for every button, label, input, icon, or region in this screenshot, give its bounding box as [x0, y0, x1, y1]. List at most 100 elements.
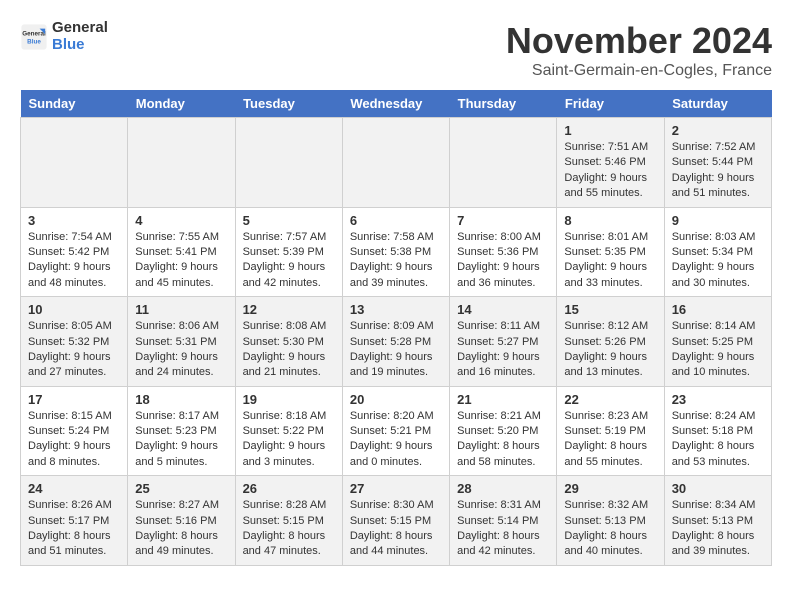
day-number: 4 — [135, 213, 227, 228]
calendar-cell: 23 Sunrise: 8:24 AM Sunset: 5:18 PM Dayli… — [664, 386, 771, 476]
calendar-cell: 9 Sunrise: 8:03 AM Sunset: 5:34 PM Daylig… — [664, 207, 771, 297]
calendar-week-0: 1 Sunrise: 7:51 AM Sunset: 5:46 PM Daylig… — [21, 118, 772, 208]
calendar-cell: 4 Sunrise: 7:55 AM Sunset: 5:41 PM Daylig… — [128, 207, 235, 297]
day-number: 27 — [350, 481, 442, 496]
day-info: Sunrise: 8:06 AM Sunset: 5:31 PM Dayligh… — [135, 319, 227, 381]
day-info: Sunrise: 8:26 AM Sunset: 5:17 PM Dayligh… — [28, 498, 120, 560]
day-number: 21 — [457, 392, 549, 407]
calendar-cell — [235, 118, 342, 208]
calendar-table: Sunday Monday Tuesday Wednesday Thursday… — [20, 90, 772, 566]
calendar-cell: 1 Sunrise: 7:51 AM Sunset: 5:46 PM Daylig… — [557, 118, 664, 208]
day-number: 5 — [243, 213, 335, 228]
day-number: 24 — [28, 481, 120, 496]
day-number: 15 — [564, 302, 656, 317]
location-title: Saint-Germain-en-Cogles, France — [506, 62, 772, 80]
day-number: 11 — [135, 302, 227, 317]
calendar-cell — [450, 118, 557, 208]
logo-blue: Blue — [52, 37, 108, 54]
header-tuesday: Tuesday — [235, 90, 342, 118]
day-info: Sunrise: 8:09 AM Sunset: 5:28 PM Dayligh… — [350, 319, 442, 381]
calendar-cell — [21, 118, 128, 208]
day-info: Sunrise: 7:52 AM Sunset: 5:44 PM Dayligh… — [672, 140, 764, 202]
header-row: Sunday Monday Tuesday Wednesday Thursday… — [21, 90, 772, 118]
day-info: Sunrise: 8:20 AM Sunset: 5:21 PM Dayligh… — [350, 409, 442, 471]
month-title: November 2024 — [506, 20, 772, 62]
calendar-cell: 18 Sunrise: 8:17 AM Sunset: 5:23 PM Dayli… — [128, 386, 235, 476]
calendar-cell: 25 Sunrise: 8:27 AM Sunset: 5:16 PM Dayli… — [128, 476, 235, 566]
calendar-cell: 27Sunrise: 8:30 AM Sunset: 5:15 PM Dayli… — [342, 476, 449, 566]
day-info: Sunrise: 8:28 AM Sunset: 5:15 PM Dayligh… — [243, 498, 335, 560]
calendar-cell: 19Sunrise: 8:18 AM Sunset: 5:22 PM Dayli… — [235, 386, 342, 476]
day-number: 22 — [564, 392, 656, 407]
calendar-cell: 30 Sunrise: 8:34 AM Sunset: 5:13 PM Dayli… — [664, 476, 771, 566]
day-number: 7 — [457, 213, 549, 228]
day-number: 14 — [457, 302, 549, 317]
calendar-cell: 17 Sunrise: 8:15 AM Sunset: 5:24 PM Dayli… — [21, 386, 128, 476]
day-number: 25 — [135, 481, 227, 496]
logo: General Blue General Blue — [20, 20, 108, 53]
calendar-week-2: 10 Sunrise: 8:05 AM Sunset: 5:32 PM Dayli… — [21, 297, 772, 387]
calendar-cell: 13 Sunrise: 8:09 AM Sunset: 5:28 PM Dayli… — [342, 297, 449, 387]
day-number: 19 — [243, 392, 335, 407]
day-info: Sunrise: 8:15 AM Sunset: 5:24 PM Dayligh… — [28, 409, 120, 471]
calendar-cell: 28 Sunrise: 8:31 AM Sunset: 5:14 PM Dayli… — [450, 476, 557, 566]
calendar-cell: 14 Sunrise: 8:11 AM Sunset: 5:27 PM Dayli… — [450, 297, 557, 387]
day-info: Sunrise: 7:58 AM Sunset: 5:38 PM Dayligh… — [350, 230, 442, 292]
day-info: Sunrise: 8:00 AM Sunset: 5:36 PM Dayligh… — [457, 230, 549, 292]
day-number: 30 — [672, 481, 764, 496]
calendar-cell: 8Sunrise: 8:01 AM Sunset: 5:35 PM Daylig… — [557, 207, 664, 297]
header-sunday: Sunday — [21, 90, 128, 118]
calendar-cell: 5 Sunrise: 7:57 AM Sunset: 5:39 PM Daylig… — [235, 207, 342, 297]
day-number: 2 — [672, 123, 764, 138]
day-info: Sunrise: 8:31 AM Sunset: 5:14 PM Dayligh… — [457, 498, 549, 560]
day-info: Sunrise: 8:08 AM Sunset: 5:30 PM Dayligh… — [243, 319, 335, 381]
day-number: 28 — [457, 481, 549, 496]
calendar-week-1: 3 Sunrise: 7:54 AM Sunset: 5:42 PM Daylig… — [21, 207, 772, 297]
header-monday: Monday — [128, 90, 235, 118]
calendar-cell — [128, 118, 235, 208]
day-info: Sunrise: 8:23 AM Sunset: 5:19 PM Dayligh… — [564, 409, 656, 471]
calendar-cell: 26Sunrise: 8:28 AM Sunset: 5:15 PM Dayli… — [235, 476, 342, 566]
day-info: Sunrise: 7:51 AM Sunset: 5:46 PM Dayligh… — [564, 140, 656, 202]
day-info: Sunrise: 8:34 AM Sunset: 5:13 PM Dayligh… — [672, 498, 764, 560]
page-header: General Blue General Blue November 2024 … — [20, 20, 772, 80]
calendar-cell: 16Sunrise: 8:14 AM Sunset: 5:25 PM Dayli… — [664, 297, 771, 387]
svg-text:Blue: Blue — [27, 38, 41, 45]
header-saturday: Saturday — [664, 90, 771, 118]
day-number: 20 — [350, 392, 442, 407]
day-number: 9 — [672, 213, 764, 228]
day-info: Sunrise: 7:55 AM Sunset: 5:41 PM Dayligh… — [135, 230, 227, 292]
day-number: 18 — [135, 392, 227, 407]
day-info: Sunrise: 7:54 AM Sunset: 5:42 PM Dayligh… — [28, 230, 120, 292]
day-number: 3 — [28, 213, 120, 228]
day-number: 1 — [564, 123, 656, 138]
day-info: Sunrise: 8:24 AM Sunset: 5:18 PM Dayligh… — [672, 409, 764, 471]
day-info: Sunrise: 8:27 AM Sunset: 5:16 PM Dayligh… — [135, 498, 227, 560]
day-info: Sunrise: 8:11 AM Sunset: 5:27 PM Dayligh… — [457, 319, 549, 381]
calendar-cell: 22 Sunrise: 8:23 AM Sunset: 5:19 PM Dayli… — [557, 386, 664, 476]
header-friday: Friday — [557, 90, 664, 118]
day-info: Sunrise: 8:21 AM Sunset: 5:20 PM Dayligh… — [457, 409, 549, 471]
calendar-week-3: 17 Sunrise: 8:15 AM Sunset: 5:24 PM Dayli… — [21, 386, 772, 476]
day-info: Sunrise: 8:17 AM Sunset: 5:23 PM Dayligh… — [135, 409, 227, 471]
day-info: Sunrise: 8:32 AM Sunset: 5:13 PM Dayligh… — [564, 498, 656, 560]
day-info: Sunrise: 8:05 AM Sunset: 5:32 PM Dayligh… — [28, 319, 120, 381]
calendar-cell: 6Sunrise: 7:58 AM Sunset: 5:38 PM Daylig… — [342, 207, 449, 297]
day-info: Sunrise: 7:57 AM Sunset: 5:39 PM Dayligh… — [243, 230, 335, 292]
day-number: 10 — [28, 302, 120, 317]
calendar-cell — [342, 118, 449, 208]
day-number: 17 — [28, 392, 120, 407]
day-number: 29 — [564, 481, 656, 496]
calendar-week-4: 24 Sunrise: 8:26 AM Sunset: 5:17 PM Dayli… — [21, 476, 772, 566]
day-number: 16 — [672, 302, 764, 317]
calendar-cell: 2 Sunrise: 7:52 AM Sunset: 5:44 PM Daylig… — [664, 118, 771, 208]
logo-icon: General Blue — [20, 23, 48, 51]
day-number: 13 — [350, 302, 442, 317]
day-info: Sunrise: 8:03 AM Sunset: 5:34 PM Dayligh… — [672, 230, 764, 292]
calendar-cell: 3 Sunrise: 7:54 AM Sunset: 5:42 PM Daylig… — [21, 207, 128, 297]
day-number: 8 — [564, 213, 656, 228]
calendar-cell: 24 Sunrise: 8:26 AM Sunset: 5:17 PM Dayli… — [21, 476, 128, 566]
calendar-cell: 11 Sunrise: 8:06 AM Sunset: 5:31 PM Dayli… — [128, 297, 235, 387]
day-number: 23 — [672, 392, 764, 407]
calendar-cell: 21 Sunrise: 8:21 AM Sunset: 5:20 PM Dayli… — [450, 386, 557, 476]
